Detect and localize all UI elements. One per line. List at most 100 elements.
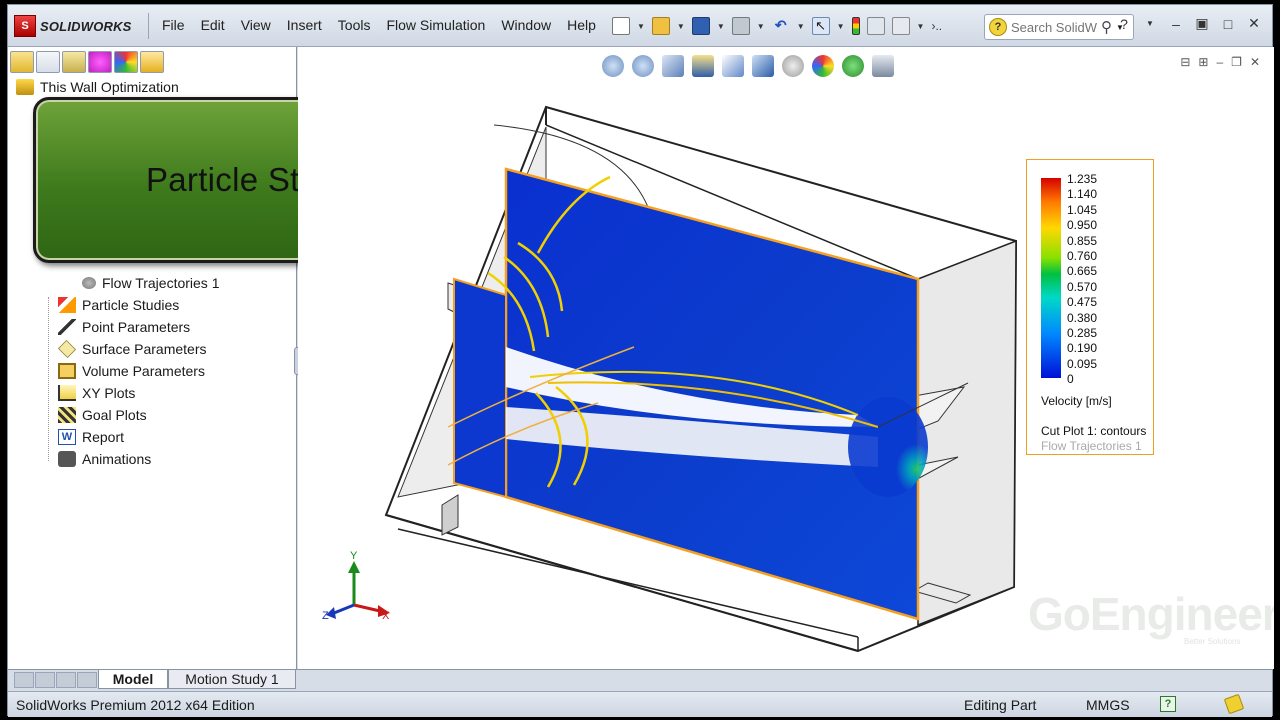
menu-file[interactable]: File [154,17,193,33]
chevron-down-icon[interactable]: ▼ [1142,19,1158,28]
tree-root-label: This Wall Optimization [40,79,179,95]
tree-item-surface-parameters[interactable]: Surface Parameters [57,339,207,359]
quick-tips-icon[interactable]: ? [1160,696,1176,712]
report-icon: W [58,429,76,445]
chevron-down-icon[interactable]: ▼ [757,22,765,31]
chevron-down-icon[interactable]: ▼ [677,22,685,31]
tree-item-label: Report [82,429,125,445]
goengineer-watermark: GoEngineer [1028,588,1274,640]
save-icon[interactable] [691,17,710,35]
legend-tick: 0.285 [1067,325,1098,340]
menu-tools[interactable]: Tools [330,17,379,33]
close-icon[interactable]: ✕ [1246,15,1262,32]
velocity-legend[interactable]: 1.235 1.140 1.045 0.950 0.855 0.760 0.66… [1026,159,1154,455]
tree-item-point-parameters[interactable]: Point Parameters [58,319,190,335]
tree-item-particle-studies[interactable]: Particle Studies [58,297,179,313]
tree-item-label: Point Parameters [82,319,191,335]
next-tab-icon[interactable] [56,672,76,688]
menu-edit[interactable]: Edit [193,17,233,33]
legend-tick: 0 [1067,372,1074,387]
svg-text:Y: Y [350,550,358,562]
surface-icon [57,339,77,359]
minimize-icon[interactable]: – [1168,16,1184,32]
chevron-down-icon[interactable]: ▼ [917,22,925,31]
solidworks-logo[interactable]: S SOLIDWORKS [14,13,132,39]
tag-icon[interactable] [1223,693,1245,715]
options-icon[interactable] [891,17,910,35]
legend-ticks: 1.235 1.140 1.045 0.950 0.855 0.760 0.66… [1067,172,1097,387]
tree-item-animations[interactable]: Animations [58,451,151,467]
chevron-down-icon[interactable]: ▼ [797,22,805,31]
last-tab-icon[interactable] [77,672,97,688]
particle-icon [58,297,76,313]
legend-tick: 0.665 [1067,264,1098,279]
toolbar-overflow-icon[interactable]: ›.. [931,19,942,33]
menu-help[interactable]: Help [559,17,604,33]
tree-item-flow-trajectories[interactable]: Flow Trajectories 1 [82,275,219,291]
search-input[interactable] [1011,19,1097,35]
tree-item-label: XY Plots [82,385,136,401]
svg-text:Z: Z [322,610,329,622]
restore-icon[interactable]: ▣ [1194,15,1210,32]
search-box[interactable]: ? ⚲ ▼ [984,14,1134,40]
maximize-icon[interactable]: □ [1220,16,1236,32]
previous-tab-icon[interactable] [35,672,55,688]
help-icon[interactable]: ? [1116,16,1132,32]
configuration-manager-tab-icon[interactable] [62,51,86,73]
flow-simulation-tab-icon[interactable] [140,51,164,73]
solidworks-logo-icon: S [14,15,36,37]
bottom-tab-bar: Model Motion Study 1 [8,669,1272,689]
tab-nav-buttons [14,672,97,688]
feature-manager-tab-icon[interactable] [10,51,34,73]
tree-item-xy-plots[interactable]: XY Plots [58,385,135,401]
legend-cut-plot-label: Cut Plot 1: contours [1041,424,1147,438]
volume-icon [58,363,76,379]
tree-item-goal-plots[interactable]: Goal Plots [58,407,147,423]
menu-view[interactable]: View [233,17,279,33]
solidworks-window: S SOLIDWORKS File Edit View Insert Tools… [7,4,1274,717]
open-folder-icon[interactable] [651,17,670,35]
legend-tick: 0.190 [1067,341,1098,356]
legend-tick: 1.045 [1067,202,1098,217]
select-cursor-icon[interactable]: ↖ [811,17,830,35]
svg-text:X: X [382,610,390,622]
tree-item-volume-parameters[interactable]: Volume Parameters [58,363,205,379]
probe-icon [58,319,76,335]
watermark-tagline: Better Solutions [1184,637,1241,646]
trajectory-icon [82,277,96,289]
tree-root[interactable]: This Wall Optimization [16,79,179,95]
rebuild-traffic-light-icon[interactable] [851,17,860,35]
tab-motion-study[interactable]: Motion Study 1 [168,670,296,689]
chevron-down-icon[interactable]: ▼ [837,22,845,31]
tab-model[interactable]: Model [98,670,168,689]
chevron-down-icon[interactable]: ▼ [637,22,645,31]
coordinate-triad: Y X Z [322,550,390,622]
chevron-down-icon[interactable]: ▼ [717,22,725,31]
display-manager-tab-icon[interactable] [114,51,138,73]
legend-tick: 0.380 [1067,310,1098,325]
color-scale-bar [1041,178,1061,378]
file-properties-icon[interactable] [866,17,885,35]
menu-separator [148,13,149,39]
print-icon[interactable] [731,17,750,35]
unit-system[interactable]: MMGS [1086,697,1130,713]
menu-insert[interactable]: Insert [279,17,330,33]
graphics-area[interactable]: ⊟ ⊞ – ❐ ✕ Y X Z 1.235 1.140 1.045 0.950 … [298,47,1274,669]
standard-toolbar: ▼ ▼ ▼ ▼ ↶ ▼ ↖ ▼ ▼ ›.. [612,17,942,35]
tree-item-report[interactable]: W Report [58,429,124,445]
tree-connector [48,297,49,461]
status-bar: SolidWorks Premium 2012 x64 Edition Edit… [8,691,1272,717]
menu-window[interactable]: Window [493,17,559,33]
first-tab-icon[interactable] [14,672,34,688]
menu-flow-simulation[interactable]: Flow Simulation [378,17,493,33]
product-edition: SolidWorks Premium 2012 x64 Edition [16,697,255,713]
undo-icon[interactable]: ↶ [772,17,790,35]
window-controls: ? ▼ – ▣ □ ✕ [1116,15,1262,32]
legend-tick: 0.855 [1067,233,1098,248]
solidworks-resources-icon[interactable]: ? [989,18,1007,36]
new-document-icon[interactable] [612,17,630,35]
search-icon[interactable]: ⚲ [1101,18,1112,36]
property-manager-tab-icon[interactable] [36,51,60,73]
logo-text: SOLIDWORKS [40,18,132,34]
dimxpert-tab-icon[interactable] [88,51,112,73]
